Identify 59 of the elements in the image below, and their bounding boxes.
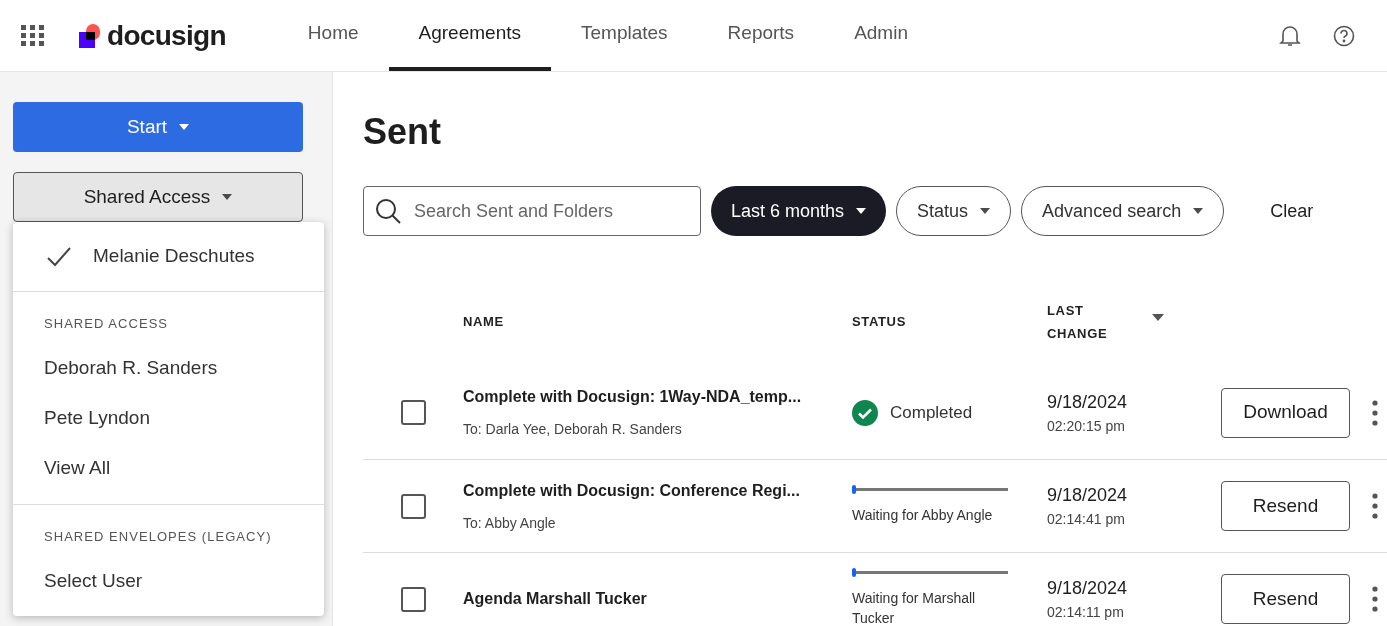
recipients-text: To: Abby Angle	[463, 513, 557, 533]
filter-chip[interactable]: Advanced search	[1021, 186, 1225, 236]
caret-icon	[1193, 208, 1204, 214]
time-text: 02:14:41 pm	[1047, 510, 1126, 529]
shared-access-button[interactable]: Shared Access	[13, 172, 303, 222]
logo-wordmark: docusign	[107, 18, 226, 53]
app-grid-icon[interactable]	[21, 24, 45, 47]
clear-link[interactable]: Clear	[1270, 197, 1314, 225]
nav-tab[interactable]: Admin	[824, 0, 938, 71]
recipients-text: To: Darla Yee, Deborah R. Sanders	[463, 420, 683, 439]
menu-item[interactable]: Melanie Deschutes	[93, 242, 255, 271]
date-text: 9/18/2024	[1047, 577, 1129, 600]
date-text: 9/18/2024	[1047, 484, 1129, 507]
search-field[interactable]: Search Sent and Folders	[363, 186, 701, 236]
status-text: Completed	[890, 401, 973, 424]
menu-item[interactable]: Deborah R. Sanders	[13, 343, 324, 394]
status-text: Waiting for Abby Angle	[852, 505, 994, 525]
row-checkbox[interactable]	[400, 493, 426, 519]
action-button[interactable]: Resend	[1221, 574, 1350, 624]
row-checkbox[interactable]	[400, 400, 426, 425]
menu-section-heading: SHARED ACCESS	[43, 315, 170, 333]
action-button[interactable]: Resend	[1221, 481, 1350, 531]
caret-icon	[179, 124, 190, 130]
column-header: NAME	[463, 313, 505, 332]
menu-item[interactable]: View All	[13, 443, 324, 494]
check-circle-icon	[852, 399, 878, 426]
menu-section-heading: SHARED ENVELOPES (LEGACY)	[43, 527, 273, 546]
page-title: Sent	[363, 114, 442, 150]
envelope-name[interactable]: Agenda Marshall Tucker	[463, 587, 852, 611]
menu-item[interactable]: Pete Lyndon	[13, 393, 324, 444]
envelope-name[interactable]: Complete with Docusign: 1Way-NDA_temp...	[463, 385, 852, 409]
status-text: Waiting for Marshall Tucker	[852, 588, 977, 626]
help-icon[interactable]	[1333, 24, 1355, 47]
column-header[interactable]: LAST CHANGE	[1047, 299, 1108, 345]
caret-icon	[980, 208, 991, 214]
nav-tab[interactable]: Reports	[697, 0, 825, 71]
caret-icon	[222, 194, 233, 200]
more-options-icon[interactable]	[1372, 399, 1378, 426]
row-checkbox[interactable]	[400, 586, 426, 612]
envelope-name[interactable]: Complete with Docusign: Conference Regi...	[463, 478, 852, 503]
caret-icon	[856, 208, 867, 214]
nav-tab[interactable]: Home	[277, 0, 389, 71]
more-options-icon[interactable]	[1372, 493, 1378, 519]
sort-caret-icon[interactable]	[1152, 313, 1165, 321]
more-options-icon[interactable]	[1372, 586, 1378, 612]
nav-tab[interactable]: Agreements	[388, 0, 551, 71]
start-button[interactable]: Start	[13, 102, 303, 152]
logo-icon	[79, 23, 103, 48]
search-icon	[375, 198, 401, 224]
menu-item[interactable]: Select User	[13, 556, 324, 606]
time-text: 02:14:11 pm	[1047, 603, 1125, 622]
action-button[interactable]: Download	[1221, 387, 1350, 438]
filter-chip[interactable]: Status	[896, 186, 1012, 236]
time-text: 02:20:15 pm	[1047, 416, 1126, 436]
date-text: 9/18/2024	[1047, 390, 1129, 414]
notifications-icon[interactable]	[1279, 23, 1301, 48]
filter-chip[interactable]: Last 6 months	[711, 186, 887, 236]
column-header: STATUS	[852, 313, 907, 332]
nav-tab[interactable]: Templates	[551, 0, 698, 71]
